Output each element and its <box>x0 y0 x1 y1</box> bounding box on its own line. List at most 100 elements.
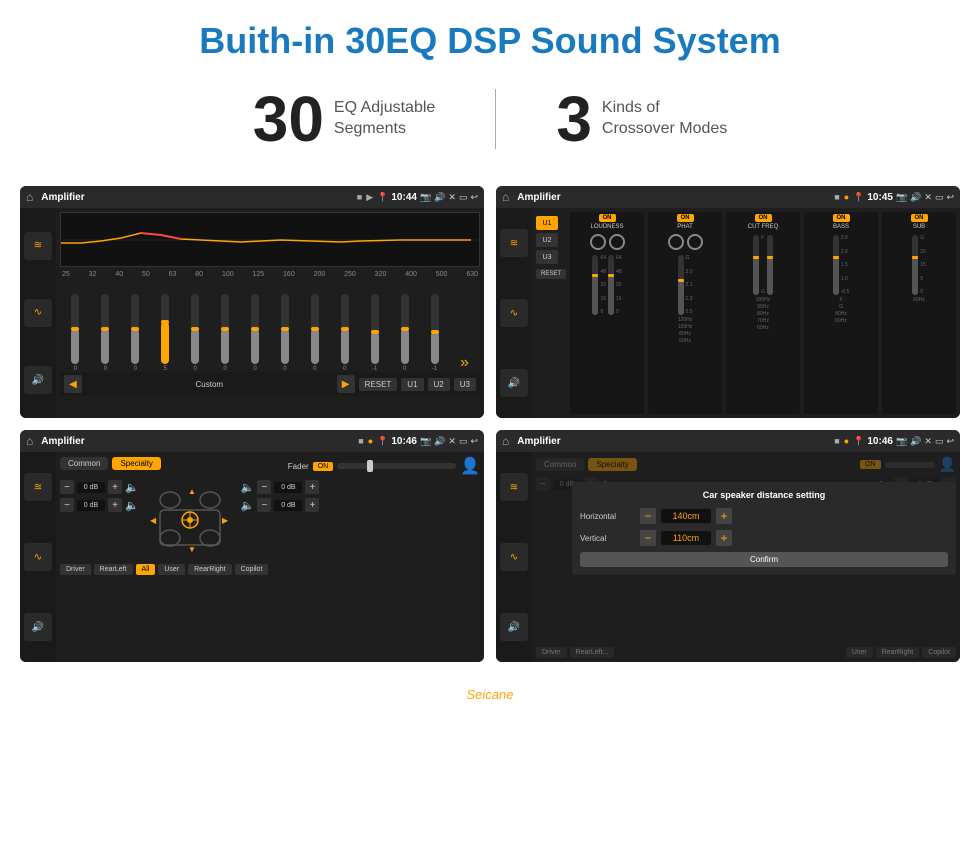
bass-slider[interactable] <box>833 235 839 295</box>
dist-sidebar-btn3[interactable]: 🔊 <box>500 613 528 641</box>
next-button[interactable]: ▶ <box>337 375 355 393</box>
eq-slider-track[interactable] <box>371 294 379 364</box>
vert-minus-btn[interactable]: − <box>640 530 656 546</box>
prev-button[interactable]: ◀ <box>64 375 82 393</box>
bal-plus4[interactable]: + <box>305 498 319 512</box>
more-arrow[interactable]: » <box>451 354 478 372</box>
ch-sidebar-btn3[interactable]: 🔊 <box>24 613 52 641</box>
vert-plus-btn[interactable]: + <box>716 530 732 546</box>
fader-on-btn[interactable]: ON <box>313 462 334 471</box>
svg-text:▼: ▼ <box>188 545 196 554</box>
eq-graph-svg <box>61 213 479 266</box>
cutfreq-slider1[interactable] <box>753 235 759 295</box>
eq-slider-col: 0 <box>242 294 269 372</box>
more-icon[interactable]: » <box>460 354 469 372</box>
bal-plus3[interactable]: + <box>305 480 319 494</box>
horiz-plus-btn[interactable]: + <box>716 508 732 524</box>
eq-sidebar-btn3[interactable]: 🔊 <box>24 366 52 394</box>
u2-btn[interactable]: U2 <box>536 233 558 247</box>
record-icon4: ■ <box>834 436 839 446</box>
user-btn[interactable]: User <box>158 564 185 575</box>
loudness-on[interactable]: ON <box>599 214 616 222</box>
home-icon4[interactable]: ⌂ <box>502 434 509 448</box>
sub-slider[interactable] <box>912 235 918 295</box>
common-tab[interactable]: Common <box>60 457 108 470</box>
dist-sidebar-btn1[interactable]: ≋ <box>500 473 528 501</box>
home-icon3[interactable]: ⌂ <box>26 434 33 448</box>
bal-val3: 0 dB <box>274 482 302 493</box>
bal-plus2[interactable]: + <box>108 498 122 512</box>
svg-text:▶: ▶ <box>222 516 229 525</box>
phat-knob2[interactable] <box>687 234 703 250</box>
u1-btn[interactable]: U1 <box>536 216 558 230</box>
crossover-sidebar-btn2[interactable]: ∿ <box>500 299 528 327</box>
u1-button[interactable]: U1 <box>401 378 423 391</box>
u2-button[interactable]: U2 <box>428 378 450 391</box>
home-icon2[interactable]: ⌂ <box>502 190 509 204</box>
svg-text:▲: ▲ <box>188 487 196 496</box>
eq-slider-track[interactable] <box>251 294 259 364</box>
rearright-btn[interactable]: RearRight <box>188 564 232 575</box>
eq-sidebar-btn1[interactable]: ≋ <box>24 232 52 260</box>
eq-stat: 30 EQ Adjustable Segments <box>193 82 496 156</box>
bal-minus2[interactable]: − <box>60 498 74 512</box>
phat-knob1[interactable] <box>668 234 684 250</box>
rearleft-btn[interactable]: RearLeft <box>94 564 133 575</box>
eq-slider-track[interactable] <box>191 294 199 364</box>
loudness-knob1[interactable] <box>590 234 606 250</box>
bass-on[interactable]: ON <box>833 214 850 222</box>
eq-slider-track[interactable] <box>341 294 349 364</box>
dist-sidebar-btn2[interactable]: ∿ <box>500 543 528 571</box>
horiz-minus-btn[interactable]: − <box>640 508 656 524</box>
eq-freq-labels: 25 32 40 50 63 80 100 125 160 200 250 32… <box>60 271 480 278</box>
ch-sidebar-btn1[interactable]: ≋ <box>24 473 52 501</box>
u3-button[interactable]: U3 <box>454 378 476 391</box>
eq-slider-track[interactable] <box>431 294 439 364</box>
window-icon3: ▭ <box>459 436 468 447</box>
eq-slider-track[interactable] <box>161 294 169 364</box>
loudness-col: ON LOUDNESS 64 <box>570 212 644 414</box>
bal-minus1[interactable]: − <box>60 480 74 494</box>
bass-title: BASS <box>833 224 849 230</box>
eq-slider-track[interactable] <box>221 294 229 364</box>
cutfreq-slider2[interactable] <box>767 235 773 295</box>
confirm-button[interactable]: Confirm <box>580 552 948 567</box>
eq-slider-track[interactable] <box>311 294 319 364</box>
specialty-tab[interactable]: Specialty <box>112 457 160 470</box>
eq-slider-track[interactable] <box>281 294 289 364</box>
driver-btn[interactable]: Driver <box>60 564 91 575</box>
home-icon[interactable]: ⌂ <box>26 190 33 204</box>
volume-icon: 🔊 <box>434 192 445 203</box>
fader-track[interactable] <box>337 463 456 469</box>
phat-slider1[interactable] <box>678 255 684 315</box>
eq-slider-track[interactable] <box>131 294 139 364</box>
phat-on[interactable]: ON <box>677 214 694 222</box>
bal-row3: 🔈 − 0 dB + <box>241 480 320 494</box>
loudness-knob2[interactable] <box>609 234 625 250</box>
sub-title: SUB <box>913 224 925 230</box>
loudness-slider1[interactable] <box>592 255 598 315</box>
reset-btn[interactable]: RESET <box>536 269 566 279</box>
reset-button[interactable]: RESET <box>359 378 398 391</box>
eq-slider-track[interactable] <box>401 294 409 364</box>
screen4-container: ⌂ Amplifier ■ ● 📍 10:46 📷 🔊 ✕ ▭ ↩ ≋ ∿ 🔊 <box>496 430 960 662</box>
eq-slider-track[interactable] <box>101 294 109 364</box>
eq-slider-track[interactable] <box>71 294 79 364</box>
crossover-sidebar-btn3[interactable]: 🔊 <box>500 369 528 397</box>
bal-val2: 0 dB <box>77 500 105 511</box>
all-btn[interactable]: All <box>136 564 156 575</box>
speaker-icon1: 🔈 <box>125 481 139 494</box>
crossover-sidebar-btn1[interactable]: ≋ <box>500 229 528 257</box>
cutfreq-on[interactable]: ON <box>755 214 772 222</box>
eq-sidebar-btn2[interactable]: ∿ <box>24 299 52 327</box>
ch-sidebar-btn2[interactable]: ∿ <box>24 543 52 571</box>
bal-plus1[interactable]: + <box>108 480 122 494</box>
copilot-btn[interactable]: Copilot <box>235 564 269 575</box>
bal-minus4[interactable]: − <box>257 498 271 512</box>
sub-on[interactable]: ON <box>911 214 928 222</box>
distance-main: Common Specialty ON 👤 − 0 dB + 🔈 <box>532 452 960 662</box>
bal-minus3[interactable]: − <box>257 480 271 494</box>
u3-btn[interactable]: U3 <box>536 250 558 264</box>
phat-title: PHAT <box>677 224 693 230</box>
loudness-slider2[interactable] <box>608 255 614 315</box>
